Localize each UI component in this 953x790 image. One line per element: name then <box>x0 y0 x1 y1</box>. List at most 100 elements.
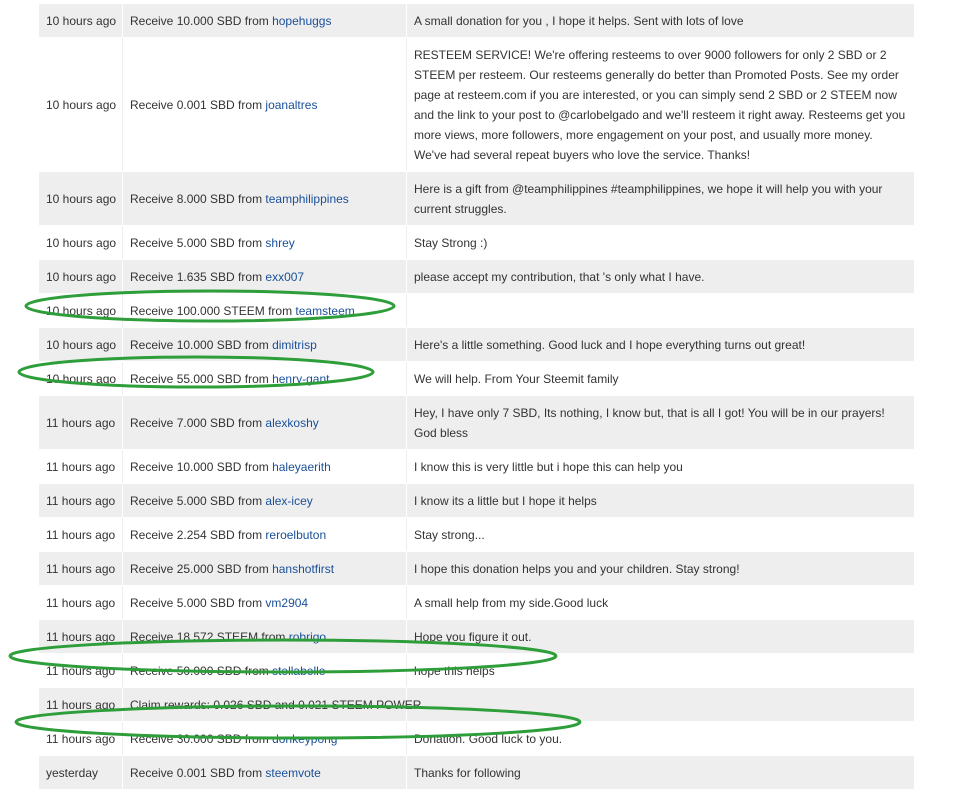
table-row: 10 hours ago Receive 0.001 SBD from joana… <box>39 38 914 172</box>
table-row: 11 hours ago Claim rewards: 0.026 SBD and… <box>39 688 914 722</box>
sender-link[interactable]: robrigo <box>289 627 326 647</box>
transaction-text: Receive 10.000 SBD from <box>130 14 269 28</box>
transaction-description: Receive 10.000 SBD from haleyaerith <box>123 450 407 483</box>
timestamp: 11 hours ago <box>39 518 123 551</box>
transaction-text: Receive 7.000 SBD from <box>130 416 263 430</box>
transaction-description: Receive 7.000 SBD from alexkoshy <box>123 396 407 449</box>
transaction-description: Receive 5.000 SBD from shrey <box>123 226 407 259</box>
sender-link[interactable]: exx007 <box>265 267 304 287</box>
transaction-text: Receive 2.254 SBD from <box>130 528 263 542</box>
sender-link[interactable]: alexkoshy <box>265 413 318 433</box>
memo: Hey, I have only 7 SBD, Its nothing, I k… <box>407 396 914 449</box>
memo: Hope you figure it out. <box>407 620 914 653</box>
transaction-description: Receive 100.000 STEEM from teamsteem <box>123 294 407 327</box>
transaction-text: Claim rewards: 0.026 SBD and 0.021 STEEM… <box>130 698 422 712</box>
timestamp: 10 hours ago <box>39 226 123 259</box>
table-row: 11 hours ago Receive 18.572 STEEM from ro… <box>39 620 914 654</box>
table-row: 11 hours ago Receive 2.254 SBD from reroe… <box>39 518 914 552</box>
memo-text: Stay strong... <box>414 528 485 542</box>
timestamp: 11 hours ago <box>39 620 123 653</box>
timestamp: 11 hours ago <box>39 722 123 755</box>
memo: We will help. From Your Steemit family <box>407 362 914 395</box>
transaction-text: Receive 1.635 SBD from <box>130 270 263 284</box>
sender-link[interactable]: hopehuggs <box>272 11 331 31</box>
timestamp: 10 hours ago <box>39 38 123 171</box>
memo: A small donation for you , I hope it hel… <box>407 4 914 37</box>
transaction-text: Receive 0.001 SBD from <box>130 98 263 112</box>
sender-link[interactable]: henry-gant <box>272 369 329 389</box>
table-row: 10 hours ago Receive 10.000 SBD from hope… <box>39 4 914 38</box>
transaction-description: Receive 55.000 SBD from henry-gant <box>123 362 407 395</box>
timestamp: yesterday <box>39 756 123 789</box>
transaction-description: Receive 5.000 SBD from alex-icey <box>123 484 407 517</box>
memo: RESTEEM SERVICE! We're offering resteems… <box>407 38 914 171</box>
memo: hope this helps <box>407 654 914 687</box>
memo-text: Stay Strong :) <box>414 236 488 250</box>
sender-link[interactable]: haleyaerith <box>272 457 331 477</box>
sender-link[interactable]: joanaltres <box>265 95 317 115</box>
transaction-description: Receive 18.572 STEEM from robrigo <box>123 620 407 653</box>
memo: A small help from my side.Good luck <box>407 586 914 619</box>
memo-text: I hope this donation helps you and your … <box>414 562 740 576</box>
table-row: 11 hours ago Receive 10.000 SBD from hale… <box>39 450 914 484</box>
transaction-description: Claim rewards: 0.026 SBD and 0.021 STEEM… <box>123 688 421 721</box>
table-row: 10 hours ago Receive 8.000 SBD from teamp… <box>39 172 914 226</box>
memo-text: please accept my contribution, that 's o… <box>414 270 705 284</box>
transaction-text: Receive 50.000 SBD from <box>130 664 269 678</box>
transaction-description: Receive 50.000 SBD from stellabelle <box>123 654 407 687</box>
sender-link[interactable]: reroelbuton <box>265 525 326 545</box>
sender-link[interactable]: shrey <box>265 233 294 253</box>
memo-text: I know its a little but I hope it helps <box>414 494 597 508</box>
timestamp: 11 hours ago <box>39 586 123 619</box>
table-row: 11 hours ago Receive 30.000 SBD from donk… <box>39 722 914 756</box>
sender-link[interactable]: steemvote <box>265 763 320 783</box>
transaction-text: Receive 10.000 SBD from <box>130 460 269 474</box>
timestamp: 11 hours ago <box>39 396 123 449</box>
timestamp: 11 hours ago <box>39 484 123 517</box>
sender-link[interactable]: vm2904 <box>265 593 308 613</box>
table-row: 11 hours ago Receive 50.000 SBD from stel… <box>39 654 914 688</box>
memo-text: hope this helps <box>414 664 495 678</box>
sender-link[interactable]: dimitrisp <box>272 335 317 355</box>
sender-link[interactable]: alex-icey <box>265 491 312 511</box>
table-row: 11 hours ago Receive 5.000 SBD from vm290… <box>39 586 914 620</box>
memo-text: I know this is very little but i hope th… <box>414 460 683 474</box>
timestamp: 11 hours ago <box>39 654 123 687</box>
table-row: 11 hours ago Receive 25.000 SBD from hans… <box>39 552 914 586</box>
transaction-text: Receive 5.000 SBD from <box>130 494 263 508</box>
table-row: 11 hours ago Receive 5.000 SBD from alex-… <box>39 484 914 518</box>
memo <box>407 294 914 327</box>
table-row: 10 hours ago Receive 55.000 SBD from henr… <box>39 362 914 396</box>
transaction-text: Receive 5.000 SBD from <box>130 596 263 610</box>
timestamp: 10 hours ago <box>39 294 123 327</box>
transaction-description: Receive 0.001 SBD from steemvote <box>123 756 407 789</box>
transaction-text: Receive 18.572 STEEM from <box>130 630 286 644</box>
memo-text: A small help from my side.Good luck <box>414 596 609 610</box>
sender-link[interactable]: teamphilippines <box>265 189 348 209</box>
timestamp: 10 hours ago <box>39 172 123 225</box>
memo: Donation. Good luck to you. <box>407 722 914 755</box>
memo-text: RESTEEM SERVICE! We're offering resteems… <box>414 48 906 162</box>
memo-text: Hey, I have only 7 SBD, Its nothing, I k… <box>414 406 885 440</box>
transaction-description: Receive 1.635 SBD from exx007 <box>123 260 407 293</box>
memo: Thanks for following <box>407 756 914 789</box>
sender-link[interactable]: stellabelle <box>272 661 325 681</box>
table-row: 10 hours ago Receive 100.000 STEEM from t… <box>39 294 914 328</box>
transaction-text: Receive 10.000 SBD from <box>130 338 269 352</box>
memo: Here's a little something. Good luck and… <box>407 328 914 361</box>
memo-text: Donation. Good luck to you. <box>414 732 563 746</box>
memo: Stay strong... <box>407 518 914 551</box>
transaction-description: Receive 0.001 SBD from joanaltres <box>123 38 407 171</box>
memo-text: We will help. From Your Steemit family <box>414 372 619 386</box>
table-row: yesterday Receive 0.001 SBD from steemvot… <box>39 756 914 790</box>
memo: I know its a little but I hope it helps <box>407 484 914 517</box>
transaction-description: Receive 2.254 SBD from reroelbuton <box>123 518 407 551</box>
memo <box>407 688 914 721</box>
timestamp: 10 hours ago <box>39 4 123 37</box>
transaction-history-table: 10 hours ago Receive 10.000 SBD from hope… <box>39 4 914 790</box>
sender-link[interactable]: donkeypong <box>272 729 337 749</box>
memo: please accept my contribution, that 's o… <box>407 260 914 293</box>
sender-link[interactable]: teamsteem <box>295 301 354 321</box>
sender-link[interactable]: hanshotfirst <box>272 559 334 579</box>
transaction-description: Receive 10.000 SBD from dimitrisp <box>123 328 407 361</box>
